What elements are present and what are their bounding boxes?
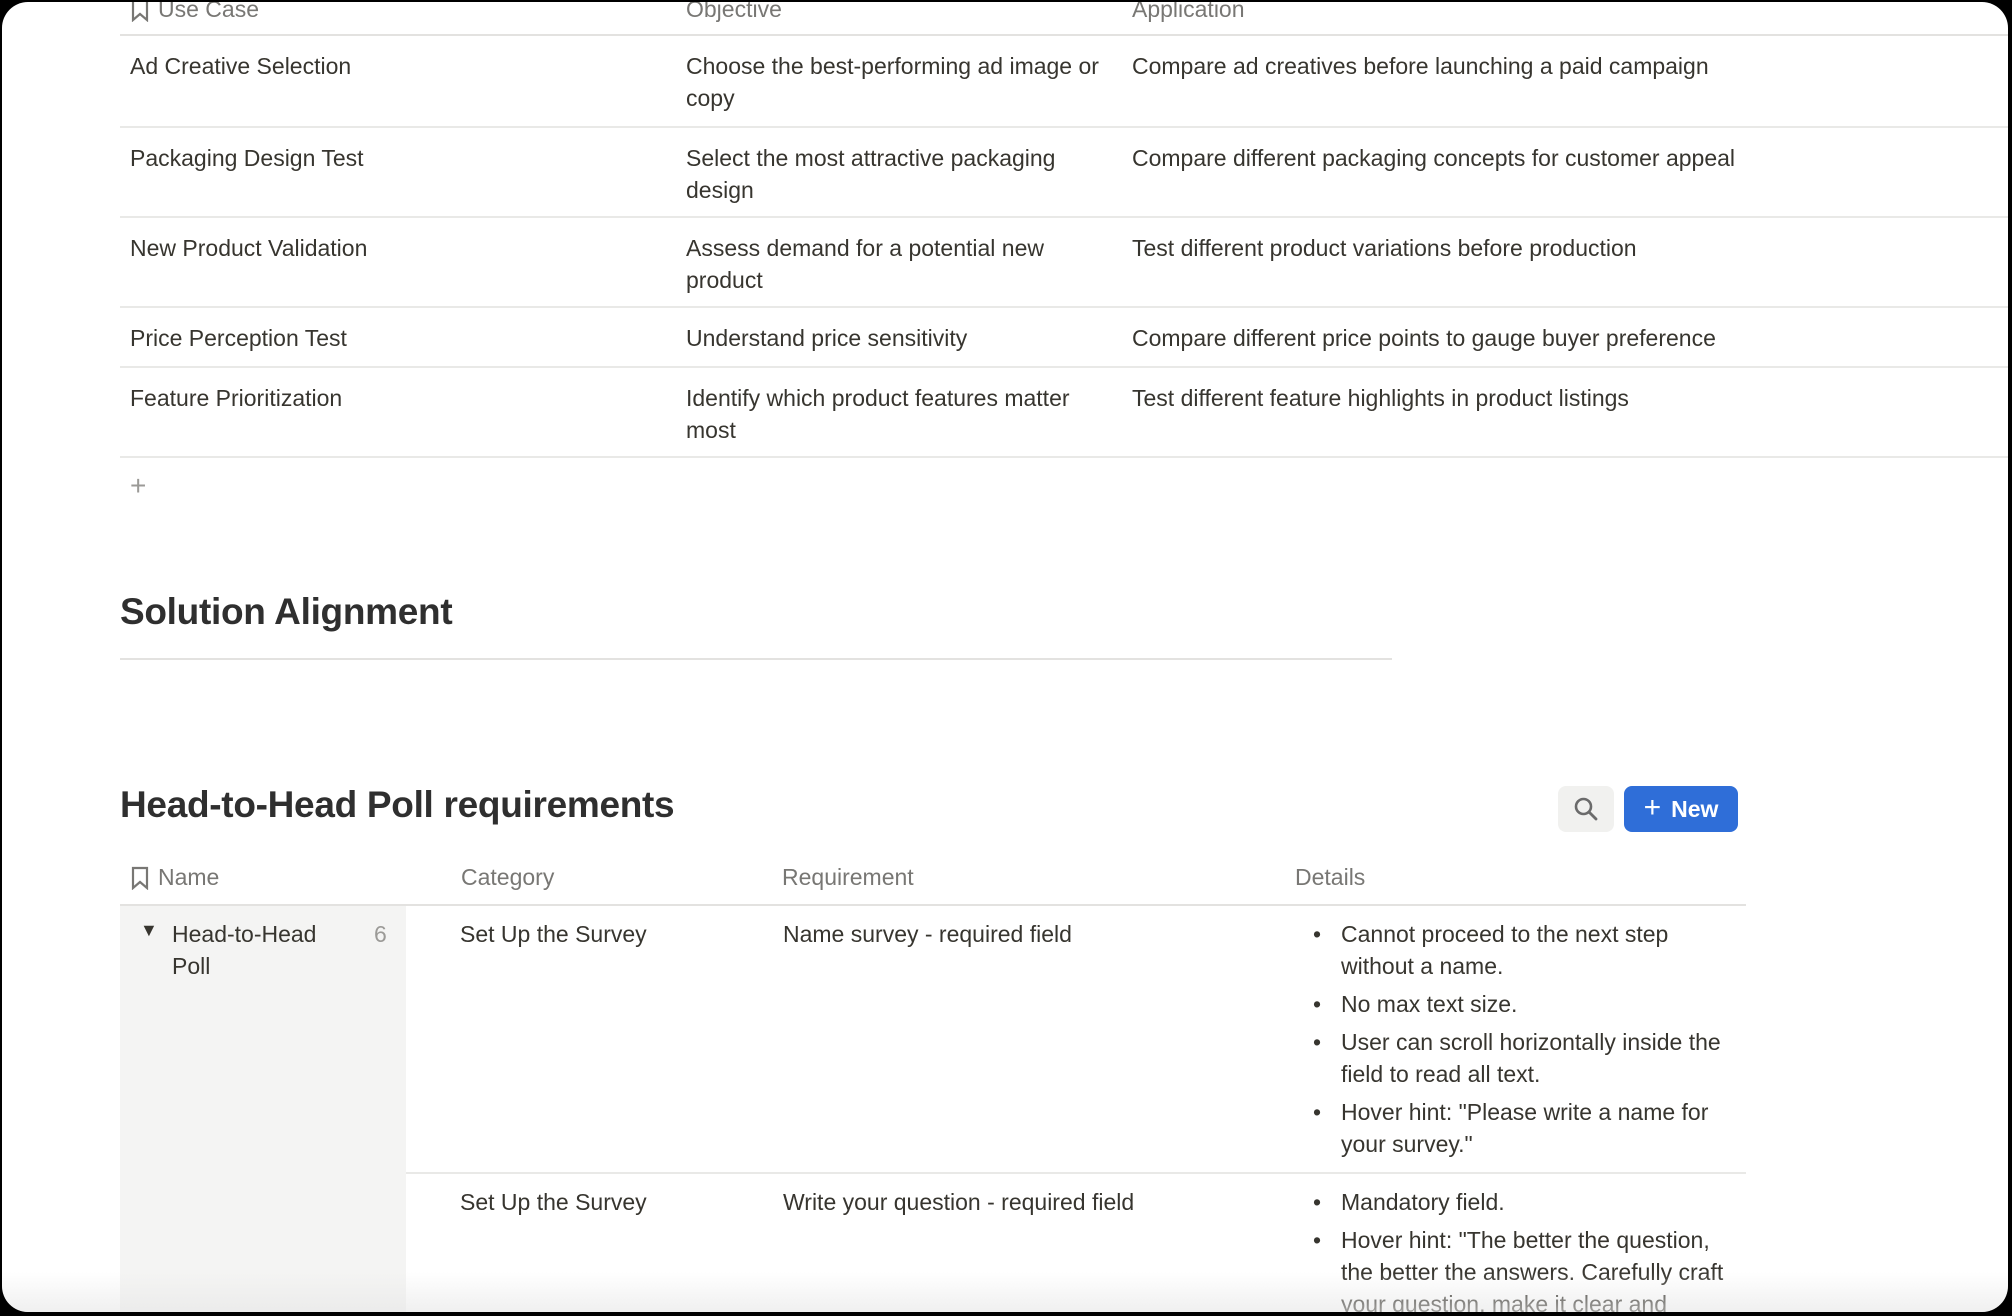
name-column-label: Name [158,864,220,890]
name-column-header[interactable]: Name [130,864,219,891]
application-cell[interactable]: Compare different price points to gauge … [1132,322,2008,354]
requirement-column-header[interactable]: Requirement [782,864,914,891]
objective-column-header[interactable]: Objective [686,2,782,23]
requirements-table-header: Name Category Requirement Details [120,860,1746,904]
add-row-button[interactable]: + [130,470,146,502]
details-cell[interactable]: Cannot proceed to the next step without … [1310,918,1746,1166]
page-content: Use Case Objective Application Ad Creati… [2,2,2008,1312]
objective-cell[interactable]: Select the most attractive packaging des… [686,142,1116,206]
details-item: User can scroll horizontally inside the … [1310,1026,1746,1090]
use-case-cell[interactable]: Feature Prioritization [130,382,660,414]
objective-cell[interactable]: Understand price sensitivity [686,322,1116,354]
table-row[interactable]: Ad Creative Selection Choose the best-pe… [120,36,2008,128]
application-column-header[interactable]: Application [1132,2,1245,23]
use-case-cell[interactable]: Ad Creative Selection [130,50,660,82]
use-case-table-header: Use Case Objective Application [120,2,2008,34]
new-button[interactable]: + New [1624,786,1738,832]
use-case-cell[interactable]: New Product Validation [130,232,660,264]
group-count-badge: 6 [374,921,387,947]
bookmark-icon [131,2,149,22]
application-cell[interactable]: Compare ad creatives before launching a … [1132,50,2008,82]
search-icon [1574,797,1598,821]
group-name[interactable]: Head-to-Head Poll [172,918,342,982]
section-heading: Solution Alignment [120,591,453,632]
section-divider [120,658,1392,660]
objective-cell[interactable]: Identify which product features matter m… [686,382,1116,446]
category-column-header[interactable]: Category [461,864,554,891]
table-row[interactable]: Feature Prioritization Identify which pr… [120,368,2008,458]
bookmark-icon [131,866,149,890]
details-list: Cannot proceed to the next step without … [1310,918,1746,1160]
collapse-triangle-icon[interactable]: ▼ [140,920,158,941]
plus-icon: + [1643,790,1662,824]
search-button[interactable] [1558,786,1614,832]
use-case-column-label: Use Case [158,2,259,22]
objective-cell[interactable]: Choose the best-performing ad image or c… [686,50,1116,114]
use-case-cell[interactable]: Packaging Design Test [130,142,660,174]
scroll-fade [2,1272,2008,1312]
app-window: Use Case Objective Application Ad Creati… [2,2,2008,1312]
database-title[interactable]: Head-to-Head Poll requirements [120,782,675,828]
table-row[interactable]: Price Perception Test Understand price s… [120,308,2008,368]
application-cell[interactable]: Test different product variations before… [1132,232,2008,264]
details-column-header[interactable]: Details [1295,864,1365,891]
details-item: Mandatory field. [1310,1186,1746,1218]
requirement-cell[interactable]: Write your question - required field [783,1186,1263,1218]
table-row[interactable]: Packaging Design Test Select the most at… [120,128,2008,218]
objective-cell[interactable]: Assess demand for a potential new produc… [686,232,1116,296]
details-item: Hover hint: "Please write a name for you… [1310,1096,1746,1160]
requirement-cell[interactable]: Name survey - required field [783,918,1263,950]
use-case-cell[interactable]: Price Perception Test [130,322,660,354]
use-case-column-header[interactable]: Use Case [130,2,259,23]
application-cell[interactable]: Test different feature highlights in pro… [1132,382,2008,414]
new-button-label: New [1671,795,1719,822]
category-cell[interactable]: Set Up the Survey [460,1186,760,1218]
application-cell[interactable]: Compare different packaging concepts for… [1132,142,2008,174]
table-row[interactable]: New Product Validation Assess demand for… [120,218,2008,308]
table-row[interactable]: Set Up the Survey Name survey - required… [406,906,1746,1172]
details-item: No max text size. [1310,988,1746,1020]
category-cell[interactable]: Set Up the Survey [460,918,760,950]
details-item: Cannot proceed to the next step without … [1310,918,1746,982]
